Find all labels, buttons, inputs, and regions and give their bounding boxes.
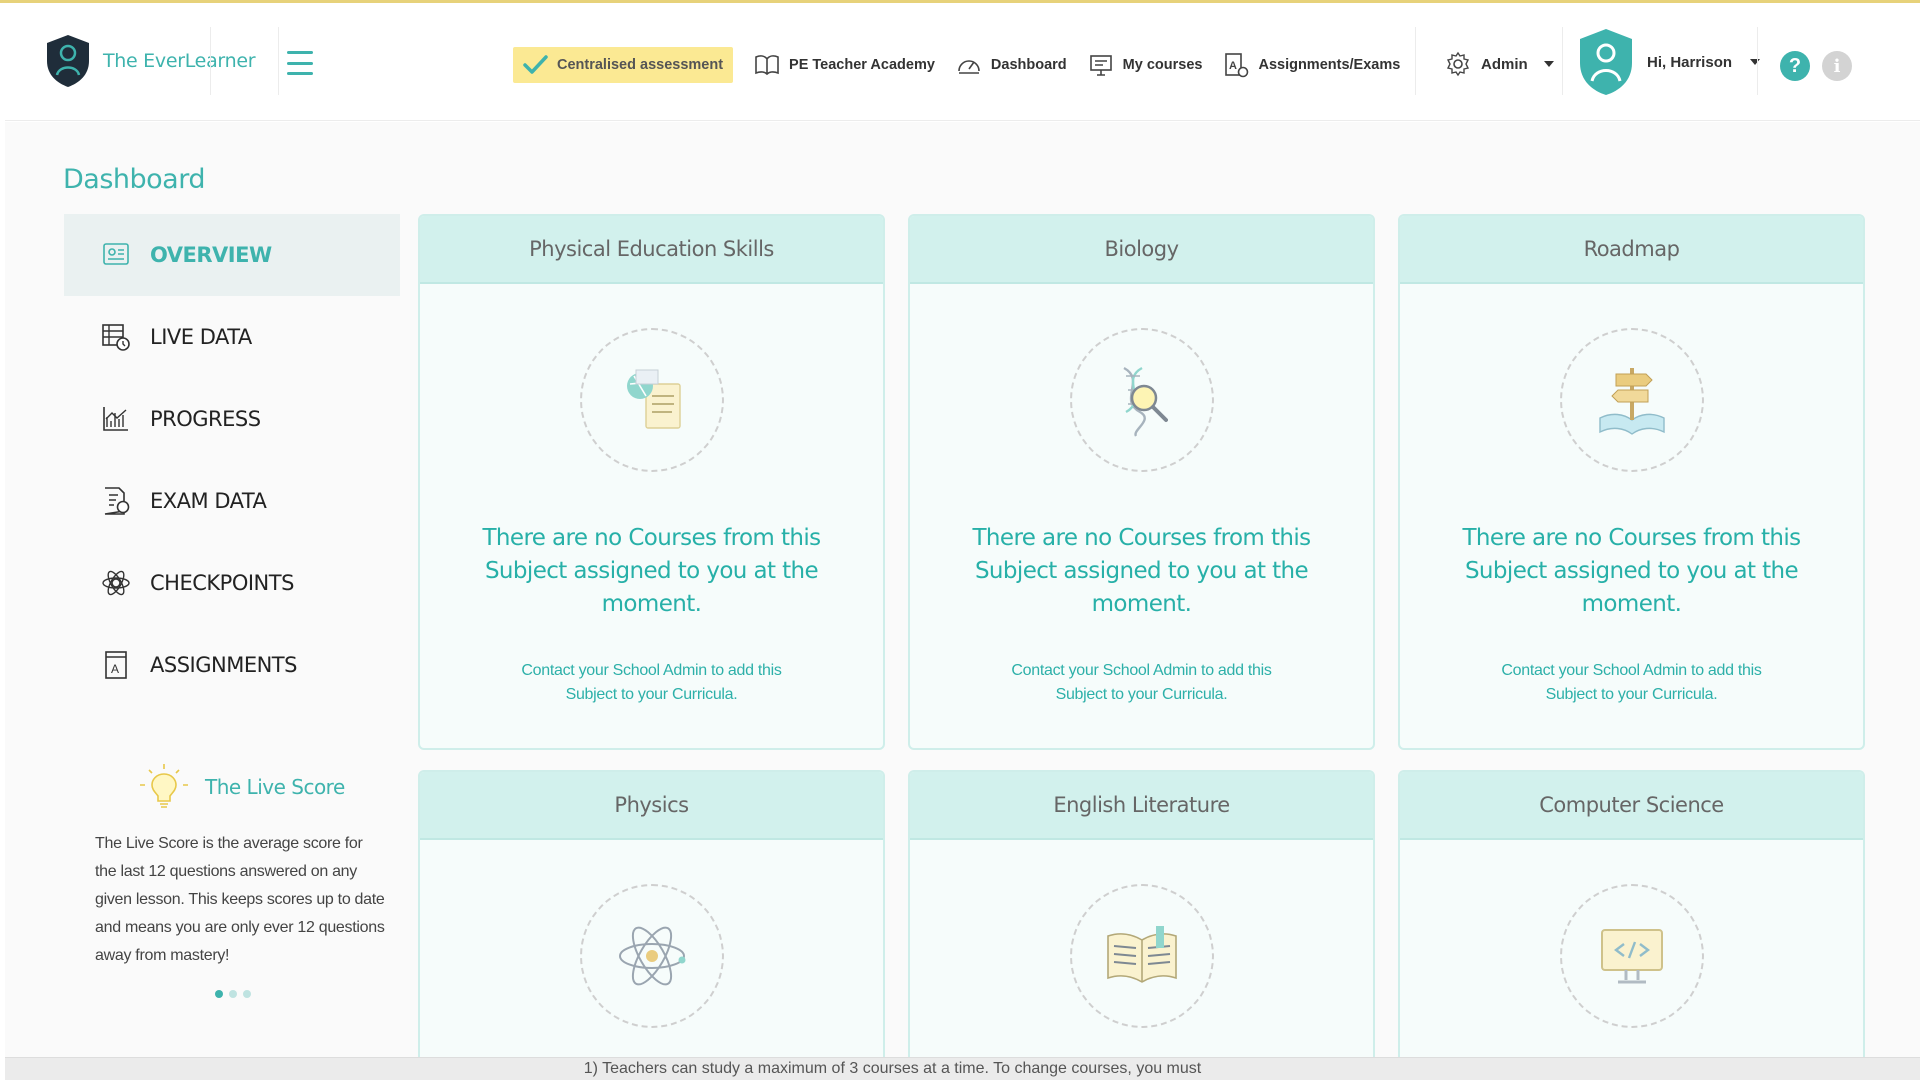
nav-label: Centralised assessment — [557, 57, 724, 73]
assignment-icon: A — [1225, 53, 1249, 78]
card-title: Biology — [910, 216, 1373, 284]
admin-label: Admin — [1481, 55, 1528, 73]
card-title: Computer Science — [1400, 772, 1863, 840]
sidebar-item-exam-data[interactable]: EXAM DATA — [64, 460, 400, 542]
user-menu[interactable]: Hi, Harrison — [1577, 27, 1761, 97]
sidebar-item-live-data[interactable]: LIVE DATA — [64, 296, 400, 378]
chevron-down-icon — [1543, 61, 1554, 67]
top-header: The EverLearner Centralised assessment P… — [5, 3, 1920, 121]
card-icon-frame — [1559, 884, 1704, 1028]
sidebar-item-label: OVERVIEW — [150, 243, 272, 267]
sidebar-item-label: ASSIGNMENTS — [150, 653, 297, 677]
card-empty-message: There are no Courses from this Subject a… — [972, 525, 1311, 617]
sidebar-item-label: EXAM DATA — [150, 489, 267, 513]
carousel-dot[interactable] — [215, 990, 223, 998]
header-divider — [1415, 27, 1416, 95]
subject-card-roadmap[interactable]: Roadmap There are no Courses from this S… — [1398, 214, 1865, 750]
sidebar-item-label: PROGRESS — [150, 407, 261, 431]
live-score-panel: The Live Score The Live Score is the ave… — [95, 762, 385, 998]
card-title: Physics — [420, 772, 883, 840]
header-divider — [210, 27, 211, 95]
exam-icon — [104, 487, 130, 515]
carousel-dot[interactable] — [243, 990, 251, 998]
admin-menu[interactable]: Admin — [1445, 51, 1554, 77]
atom-icon — [618, 926, 685, 986]
live-data-icon — [102, 324, 130, 351]
chevron-down-icon — [1750, 59, 1761, 65]
top-nav: Centralised assessment PE Teacher Academ… — [513, 45, 1420, 85]
help-button[interactable]: ? — [1780, 51, 1810, 81]
card-title: English Literature — [910, 772, 1373, 840]
presentation-icon — [1089, 55, 1112, 76]
computer-icon — [1600, 929, 1663, 984]
nav-label: Dashboard — [990, 57, 1067, 73]
svg-text:A: A — [1229, 60, 1237, 72]
sidebar-item-label: LIVE DATA — [150, 325, 252, 349]
dashboard-content: Dashboard OVERVIEW LIVE DATA PROGRESS EX… — [5, 122, 1920, 1070]
svg-text:A: A — [111, 662, 119, 676]
info-button[interactable]: i — [1822, 51, 1852, 81]
brand-logo[interactable]: The EverLearner — [45, 33, 256, 89]
live-score-description: The Live Score is the average score for … — [95, 835, 385, 964]
card-icon-frame — [1559, 328, 1704, 472]
card-title: Physical Education Skills — [420, 216, 883, 284]
page-title: Dashboard — [63, 164, 205, 195]
nav-label: Assignments/Exams — [1258, 57, 1401, 73]
checkpoint-icon — [102, 570, 130, 596]
sidebar: OVERVIEW LIVE DATA PROGRESS EXAM DATA CH… — [64, 214, 400, 706]
sidebar-item-overview[interactable]: OVERVIEW — [64, 214, 400, 296]
nav-centralised-assessment[interactable]: Centralised assessment — [513, 47, 734, 83]
nav-pe-teacher-academy[interactable]: PE Teacher Academy — [753, 47, 935, 83]
user-avatar-icon — [1580, 29, 1632, 95]
header-divider — [278, 27, 279, 95]
shield-logo-icon — [47, 35, 89, 87]
gear-icon — [1446, 51, 1470, 77]
header-divider — [1757, 27, 1758, 95]
live-score-title: The Live Score — [205, 775, 345, 799]
sidebar-item-label: CHECKPOINTS — [150, 571, 294, 595]
nav-my-courses[interactable]: My courses — [1087, 47, 1203, 83]
card-empty-message: There are no Courses from this Subject a… — [482, 525, 821, 617]
subject-card-physics[interactable]: Physics — [418, 770, 885, 1070]
footer-note: 1) Teachers can study a maximum of 3 cou… — [5, 1057, 1920, 1080]
dna-icon — [1122, 366, 1168, 437]
lightbulb-icon — [140, 764, 188, 808]
speedometer-icon — [958, 60, 980, 74]
chart-icon — [103, 407, 128, 431]
card-icon-frame — [1069, 884, 1214, 1028]
subject-card-physical-education-skills[interactable]: Physical Education Skills There are no C… — [418, 214, 885, 750]
open-book-icon — [1106, 926, 1177, 983]
card-contact-text: Contact your School Admin to add this Su… — [521, 662, 782, 703]
card-contact-text: Contact your School Admin to add this Su… — [1501, 662, 1762, 703]
book-icon — [755, 55, 779, 76]
nav-assignments-exams[interactable]: A Assignments/Exams — [1222, 47, 1400, 83]
carousel-dot[interactable] — [229, 990, 237, 998]
pe-skills-icon — [626, 369, 681, 429]
check-icon — [523, 55, 548, 74]
card-empty-message: There are no Courses from this Subject a… — [1462, 525, 1801, 617]
nav-label: PE Teacher Academy — [789, 57, 935, 73]
assignment-icon: A — [105, 651, 127, 679]
sidebar-item-assignments[interactable]: A ASSIGNMENTS — [64, 624, 400, 706]
carousel-dots — [215, 990, 385, 998]
card-title: Roadmap — [1400, 216, 1863, 284]
overview-icon — [103, 243, 129, 265]
sidebar-item-checkpoints[interactable]: CHECKPOINTS — [64, 542, 400, 624]
nav-dashboard[interactable]: Dashboard — [955, 47, 1067, 83]
card-contact-text: Contact your School Admin to add this Su… — [1011, 662, 1272, 703]
nav-label: My courses — [1122, 57, 1203, 73]
subject-card-biology[interactable]: Biology There are no Courses from this S… — [908, 214, 1375, 750]
card-icon-frame — [579, 884, 724, 1028]
sidebar-item-progress[interactable]: PROGRESS — [64, 378, 400, 460]
card-icon-frame — [579, 328, 724, 472]
subject-card-english-literature[interactable]: English Literature — [908, 770, 1375, 1070]
user-greeting: Hi, Harrison — [1647, 53, 1733, 71]
signpost-icon — [1598, 368, 1665, 435]
header-divider — [1562, 27, 1563, 95]
menu-toggle-icon[interactable] — [287, 51, 313, 75]
subject-card-computer-science[interactable]: Computer Science — [1398, 770, 1865, 1070]
card-icon-frame — [1069, 328, 1214, 472]
brand-name: The EverLearner — [103, 50, 256, 72]
